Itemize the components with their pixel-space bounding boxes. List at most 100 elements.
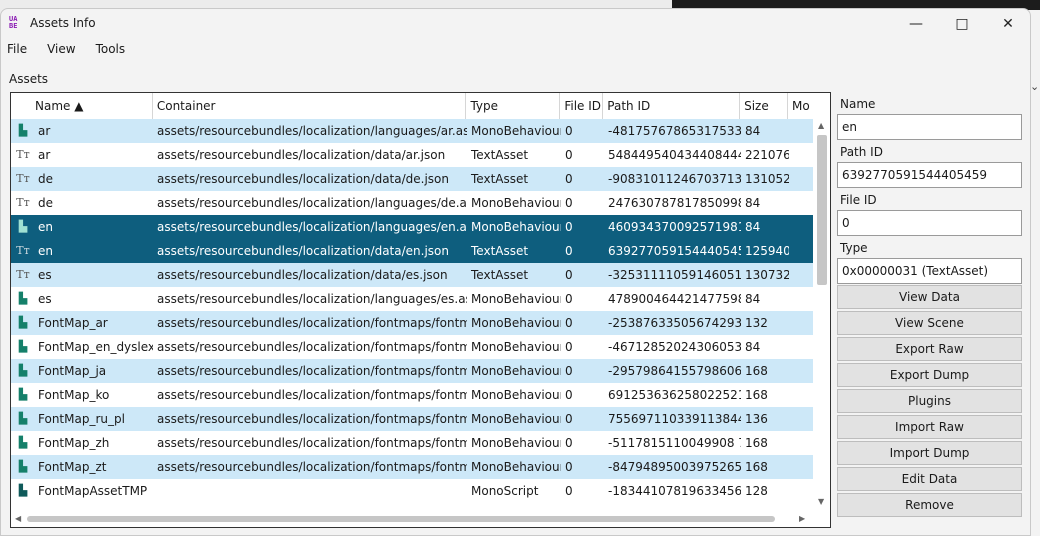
table-row[interactable]: Tт de assets/resourcebundles/localization/… [11,167,814,191]
mono-behaviour-icon: ▙ [18,316,28,329]
menu-view[interactable]: View [33,41,81,59]
table-row[interactable]: ▙ es assets/resourcebundles/localization/l… [11,287,814,311]
cell-file-id: 0 [565,340,573,354]
title-bar[interactable]: UA BE Assets Info — □ ✕ [1,9,1030,39]
cell-file-id: 0 [565,244,573,258]
view-data-button[interactable]: View Data [837,285,1022,309]
maximize-button[interactable]: □ [939,9,985,39]
cell-type: MonoBehaviour [471,124,561,138]
cell-mono [789,191,814,215]
horizontal-scroll-thumb[interactable] [27,516,775,522]
scroll-down-arrow-icon[interactable]: ▼ [818,497,824,506]
mono-behaviour-icon: ▙ [18,340,28,353]
column-header-name[interactable]: Name ▲ [11,93,153,119]
table-row[interactable]: ▙ FontMap_ja assets/resourcebundles/locali… [11,359,814,383]
cell-path-id: -2538763350567429348 [608,316,741,330]
minimize-button[interactable]: — [893,9,939,39]
cell-file-id: 0 [565,388,573,402]
column-header-size[interactable]: Size [740,93,789,119]
import-dump-button[interactable]: Import Dump [837,441,1022,465]
export-raw-button[interactable]: Export Raw [837,337,1022,361]
cell-type: MonoScript [471,484,539,498]
cell-container: assets/resourcebundles/localization/lang… [157,292,467,306]
menu-file[interactable]: File [1,41,33,59]
table-row[interactable]: ▙ en assets/resourcebundles/localization/l… [11,215,814,239]
cell-type: MonoBehaviour [471,460,561,474]
table-row[interactable]: ▙ FontMap_en_dyslexic assets/resourcebundl… [11,335,814,359]
table-row[interactable]: Tт en assets/resourcebundles/localization/… [11,239,814,263]
cell-container: assets/resourcebundles/localization/data… [157,148,446,162]
table-row[interactable]: Tт ar assets/resourcebundles/localization/… [11,143,814,167]
table-row[interactable]: ▙ FontMap_ko assets/resourcebundles/locali… [11,383,814,407]
mono-behaviour-icon: ▙ [18,124,28,137]
table-row[interactable]: Tт es assets/resourcebundles/localization/… [11,263,814,287]
column-header-mono[interactable]: Mo [788,93,830,119]
cell-path-id: 5484495404344084441 [608,148,741,162]
cell-container: assets/resourcebundles/localization/font… [157,364,467,378]
cell-container: assets/resourcebundles/localization/font… [157,340,467,354]
cell-path-id: 6912536362580225214 [608,388,741,402]
scroll-up-arrow-icon[interactable]: ▲ [818,121,824,130]
table-row[interactable]: ▙ FontMapAssetTMP MonoScript 0 -183441078196… [11,479,814,503]
cell-file-id: 0 [565,364,573,378]
cell-size: 128 [745,484,768,498]
cell-path-id: -481757678653175335 [608,124,741,138]
plugins-button[interactable]: Plugins [837,389,1022,413]
column-header-file-id[interactable]: File ID [560,93,604,119]
import-raw-button[interactable]: Import Raw [837,415,1022,439]
export-dump-button[interactable]: Export Dump [837,363,1022,387]
assets-section-label: Assets [9,72,49,86]
cell-name: ▙ FontMap_ja [11,359,153,383]
remove-button[interactable]: Remove [837,493,1022,517]
cell-size: 84 [745,124,761,138]
cell-mono [789,287,814,311]
mono-behaviour-icon: ▙ [18,388,28,401]
file-id-field[interactable]: 0 [837,210,1022,236]
cell-size: 84 [745,196,761,210]
window-title: Assets Info [30,16,96,30]
menu-tools[interactable]: Tools [82,41,132,59]
cell-container: assets/resourcebundles/localization/font… [157,388,467,402]
cell-mono [789,239,814,263]
scroll-left-arrow-icon[interactable]: ◀ [15,514,21,523]
table-header: Name ▲ Container Type File ID Path ID Si… [11,93,830,119]
type-field[interactable]: 0x00000031 (TextAsset) [837,258,1022,284]
column-header-type[interactable]: Type [466,93,561,119]
table-row[interactable]: ▙ ar assets/resourcebundles/localization/l… [11,119,814,143]
cell-mono [789,407,814,431]
table-row[interactable]: ▙ FontMap_zh assets/resourcebundles/locali… [11,431,814,455]
cell-container: assets/resourcebundles/localization/data… [157,244,449,258]
vertical-scroll-thumb[interactable] [817,135,827,285]
close-button[interactable]: ✕ [985,9,1031,39]
cell-size: 84 [745,292,761,306]
cell-file-id: 0 [565,124,573,138]
cell-name: ▙ FontMap_zt [11,455,153,479]
cell-type: MonoBehaviour [471,364,561,378]
horizontal-scrollbar[interactable]: ◀ ▶ [11,511,814,527]
cell-file-id: 0 [565,172,573,186]
column-header-container[interactable]: Container [152,93,467,119]
table-row[interactable]: ▙ FontMap_ru_pl assets/resourcebundles/loc… [11,407,814,431]
path-id-field[interactable]: 6392770591544405459 [837,162,1022,188]
cell-file-id: 0 [565,412,573,426]
mono-script-icon: ▙ [18,484,28,497]
cell-file-id: 0 [565,148,573,162]
vertical-scrollbar[interactable]: ▲ ▼ [813,119,830,517]
column-header-path-id[interactable]: Path ID [603,93,741,119]
cell-type: MonoBehaviour [471,220,561,234]
cell-name-text: FontMap_ja [38,364,107,378]
cell-size: 130732 [745,268,789,282]
cell-size: 168 [745,460,768,474]
cell-type: TextAsset [471,244,529,258]
table-row[interactable]: ▙ FontMap_zt assets/resourcebundles/locali… [11,455,814,479]
edit-data-button[interactable]: Edit Data [837,467,1022,491]
table-row[interactable]: ▙ FontMap_ar assets/resourcebundles/locali… [11,311,814,335]
view-scene-button[interactable]: View Scene [837,311,1022,335]
table-row[interactable]: Tт de assets/resourcebundles/localization/… [11,191,814,215]
name-field[interactable]: en [837,114,1022,140]
cell-type: MonoBehaviour [471,196,561,210]
cell-name: ▙ FontMap_ru_pl [11,407,153,431]
scroll-right-arrow-icon[interactable]: ▶ [799,514,805,523]
cell-file-id: 0 [565,460,573,474]
cell-name-text: FontMapAssetTMP [38,484,148,498]
